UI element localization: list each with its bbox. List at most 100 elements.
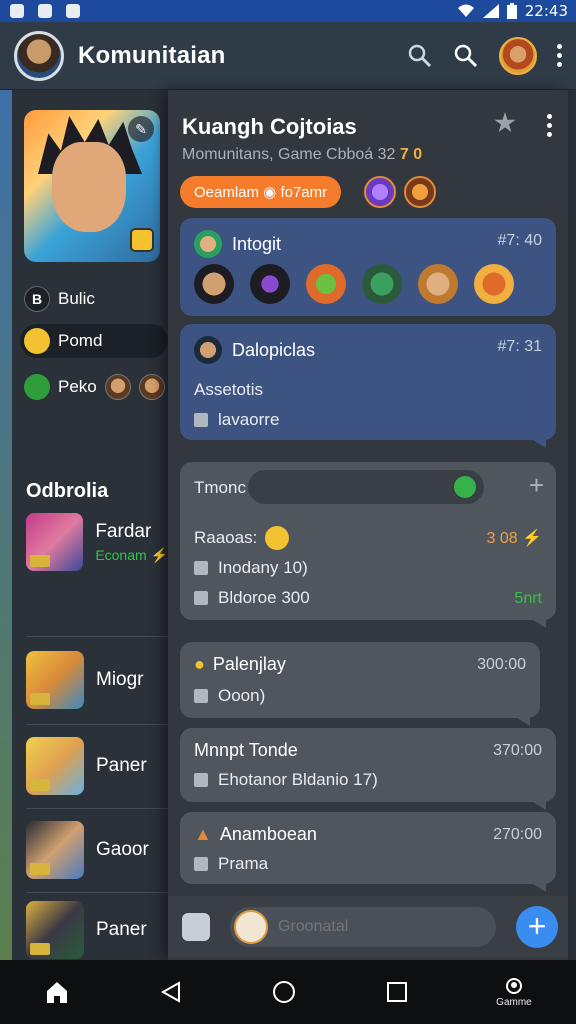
card-line-text: Raaoas:: [194, 528, 258, 547]
home-circle-icon[interactable]: [271, 979, 297, 1005]
search-icon[interactable]: [407, 43, 433, 69]
bubble-tail: [530, 438, 546, 448]
game-icon[interactable]: [306, 264, 346, 304]
clock: 22:43: [524, 2, 568, 20]
chat-card[interactable]: Dalopiclas #7: 31 Assetotis lavaorre: [180, 324, 556, 448]
search-icon[interactable]: [453, 43, 479, 69]
chat-card[interactable]: Mnnpt Tonde 370:00 Ehotanor Bldanio 17): [180, 728, 556, 810]
card-line: lavaorre: [194, 410, 279, 430]
edit-icon[interactable]: ✎: [128, 116, 154, 142]
sender-avatar: [194, 336, 222, 364]
game-icon[interactable]: [418, 264, 458, 304]
card-line: Inodany 10): [194, 558, 308, 578]
game-icon[interactable]: [194, 264, 234, 304]
bubble-tail: [514, 716, 530, 726]
card-line: Bldoroe 300: [194, 588, 310, 608]
signal-icon: [482, 4, 499, 18]
emoji-icon: [24, 328, 50, 354]
friend-item[interactable]: Fardar Econam ⚡: [26, 512, 168, 572]
card-time: #7: 31: [497, 338, 542, 355]
user-avatar[interactable]: [14, 30, 64, 81]
card-time: #7: 40: [497, 232, 542, 249]
recents-icon[interactable]: [386, 981, 408, 1003]
background-strip: [0, 90, 12, 960]
chat-card[interactable]: Tmonc + Raaoas: 3 08 ⚡ Inodany 10) Bldor…: [180, 462, 556, 628]
friend-name: Fardar: [95, 520, 152, 542]
battery-icon: [506, 3, 517, 19]
panel-menu-icon[interactable]: [547, 114, 552, 137]
card-line: Raaoas:: [194, 526, 290, 550]
section-title: Odbrolia: [26, 480, 109, 502]
user-icon: [194, 689, 208, 703]
more-menu-icon[interactable]: [557, 44, 562, 67]
card-line: Ooon): [194, 686, 265, 706]
reply-input[interactable]: [248, 470, 484, 504]
category-tag[interactable]: Oeamlam ◉ fo7amr: [180, 176, 342, 208]
user-icon: [194, 857, 208, 871]
chat-card[interactable]: Intogit #7: 40: [180, 218, 556, 316]
game-icon[interactable]: [362, 264, 402, 304]
reply-icon: [194, 413, 208, 427]
card-line: Prama: [194, 854, 268, 874]
profile-nav[interactable]: Gamme: [496, 977, 532, 1008]
card-line-text: Ehotanor Bldanio 17): [218, 770, 378, 789]
input-label: Tmonc: [194, 478, 246, 497]
attach-icon[interactable]: [182, 913, 210, 941]
character-face: [52, 142, 126, 232]
subtitle-text: Momunitans, Game Cbboá 32: [182, 146, 396, 163]
message-input[interactable]: [278, 918, 468, 936]
friend-name: Gaoor: [96, 839, 149, 860]
friend-item[interactable]: Gaoor: [26, 820, 168, 880]
game-icon[interactable]: [474, 264, 514, 304]
sticker-icon[interactable]: [234, 910, 268, 944]
subtitle-accent: 7 0: [399, 146, 423, 163]
profile-avatar[interactable]: [499, 36, 537, 75]
game-icon[interactable]: [404, 176, 436, 208]
card-title: Intogit: [232, 233, 282, 254]
chip-bulic[interactable]: B Bulic: [20, 282, 107, 316]
star-icon[interactable]: [494, 112, 516, 133]
left-sidebar: ✎ B Bulic Pomd Peko Odbrolia Fardar Econ…: [0, 90, 168, 960]
friend-avatar: [26, 651, 84, 709]
game-icon[interactable]: [250, 264, 290, 304]
check-icon[interactable]: [454, 476, 476, 498]
card-title: Palenjlay: [212, 654, 286, 674]
friend-item[interactable]: Miogr: [26, 650, 168, 710]
chip-pomd[interactable]: Pomd: [20, 324, 168, 358]
divider: [26, 724, 168, 725]
chip-peko[interactable]: Peko: [20, 370, 177, 404]
featured-character-card[interactable]: ✎: [24, 110, 160, 262]
friend-name: Paner: [96, 755, 147, 776]
hammer-icon: ▲: [194, 824, 212, 844]
friend-avatar: [26, 513, 84, 571]
friend-item[interactable]: Paner: [26, 900, 168, 960]
message-field[interactable]: [230, 907, 496, 947]
status-badge: 5nrt: [514, 590, 542, 607]
sender-avatar: [194, 230, 222, 258]
friend-avatar: [26, 737, 84, 795]
back-icon[interactable]: [159, 980, 183, 1004]
navigation-bar: Gamme: [0, 960, 576, 1024]
chat-card[interactable]: ▲ Anamboean 270:00 Prama: [180, 812, 556, 892]
chat-card[interactable]: ● Palenjlay 300:00 Ooon): [180, 642, 540, 726]
card-line-text: Bldoroe 300: [218, 588, 310, 607]
plus-icon[interactable]: +: [529, 472, 544, 498]
divider: [26, 808, 168, 809]
chip-label: Bulic: [58, 289, 95, 308]
card-line-text: Ooon): [218, 686, 266, 705]
divider: [26, 636, 168, 637]
home-icon[interactable]: [44, 979, 70, 1005]
compose-bar: +: [168, 896, 568, 958]
wifi-icon: [457, 4, 474, 17]
game-icons-row: [194, 264, 514, 304]
game-icon[interactable]: [364, 176, 396, 208]
card-title: Dalopiclas: [232, 339, 316, 360]
chip-label: Pomd: [58, 331, 103, 350]
game-icon: [24, 374, 50, 400]
card-title: Anamboean: [219, 824, 317, 844]
add-button[interactable]: +: [516, 906, 558, 948]
bubble-tail: [530, 882, 546, 892]
divider: [26, 892, 168, 893]
friend-avatar: [104, 374, 131, 400]
friend-item[interactable]: Paner: [26, 736, 168, 796]
